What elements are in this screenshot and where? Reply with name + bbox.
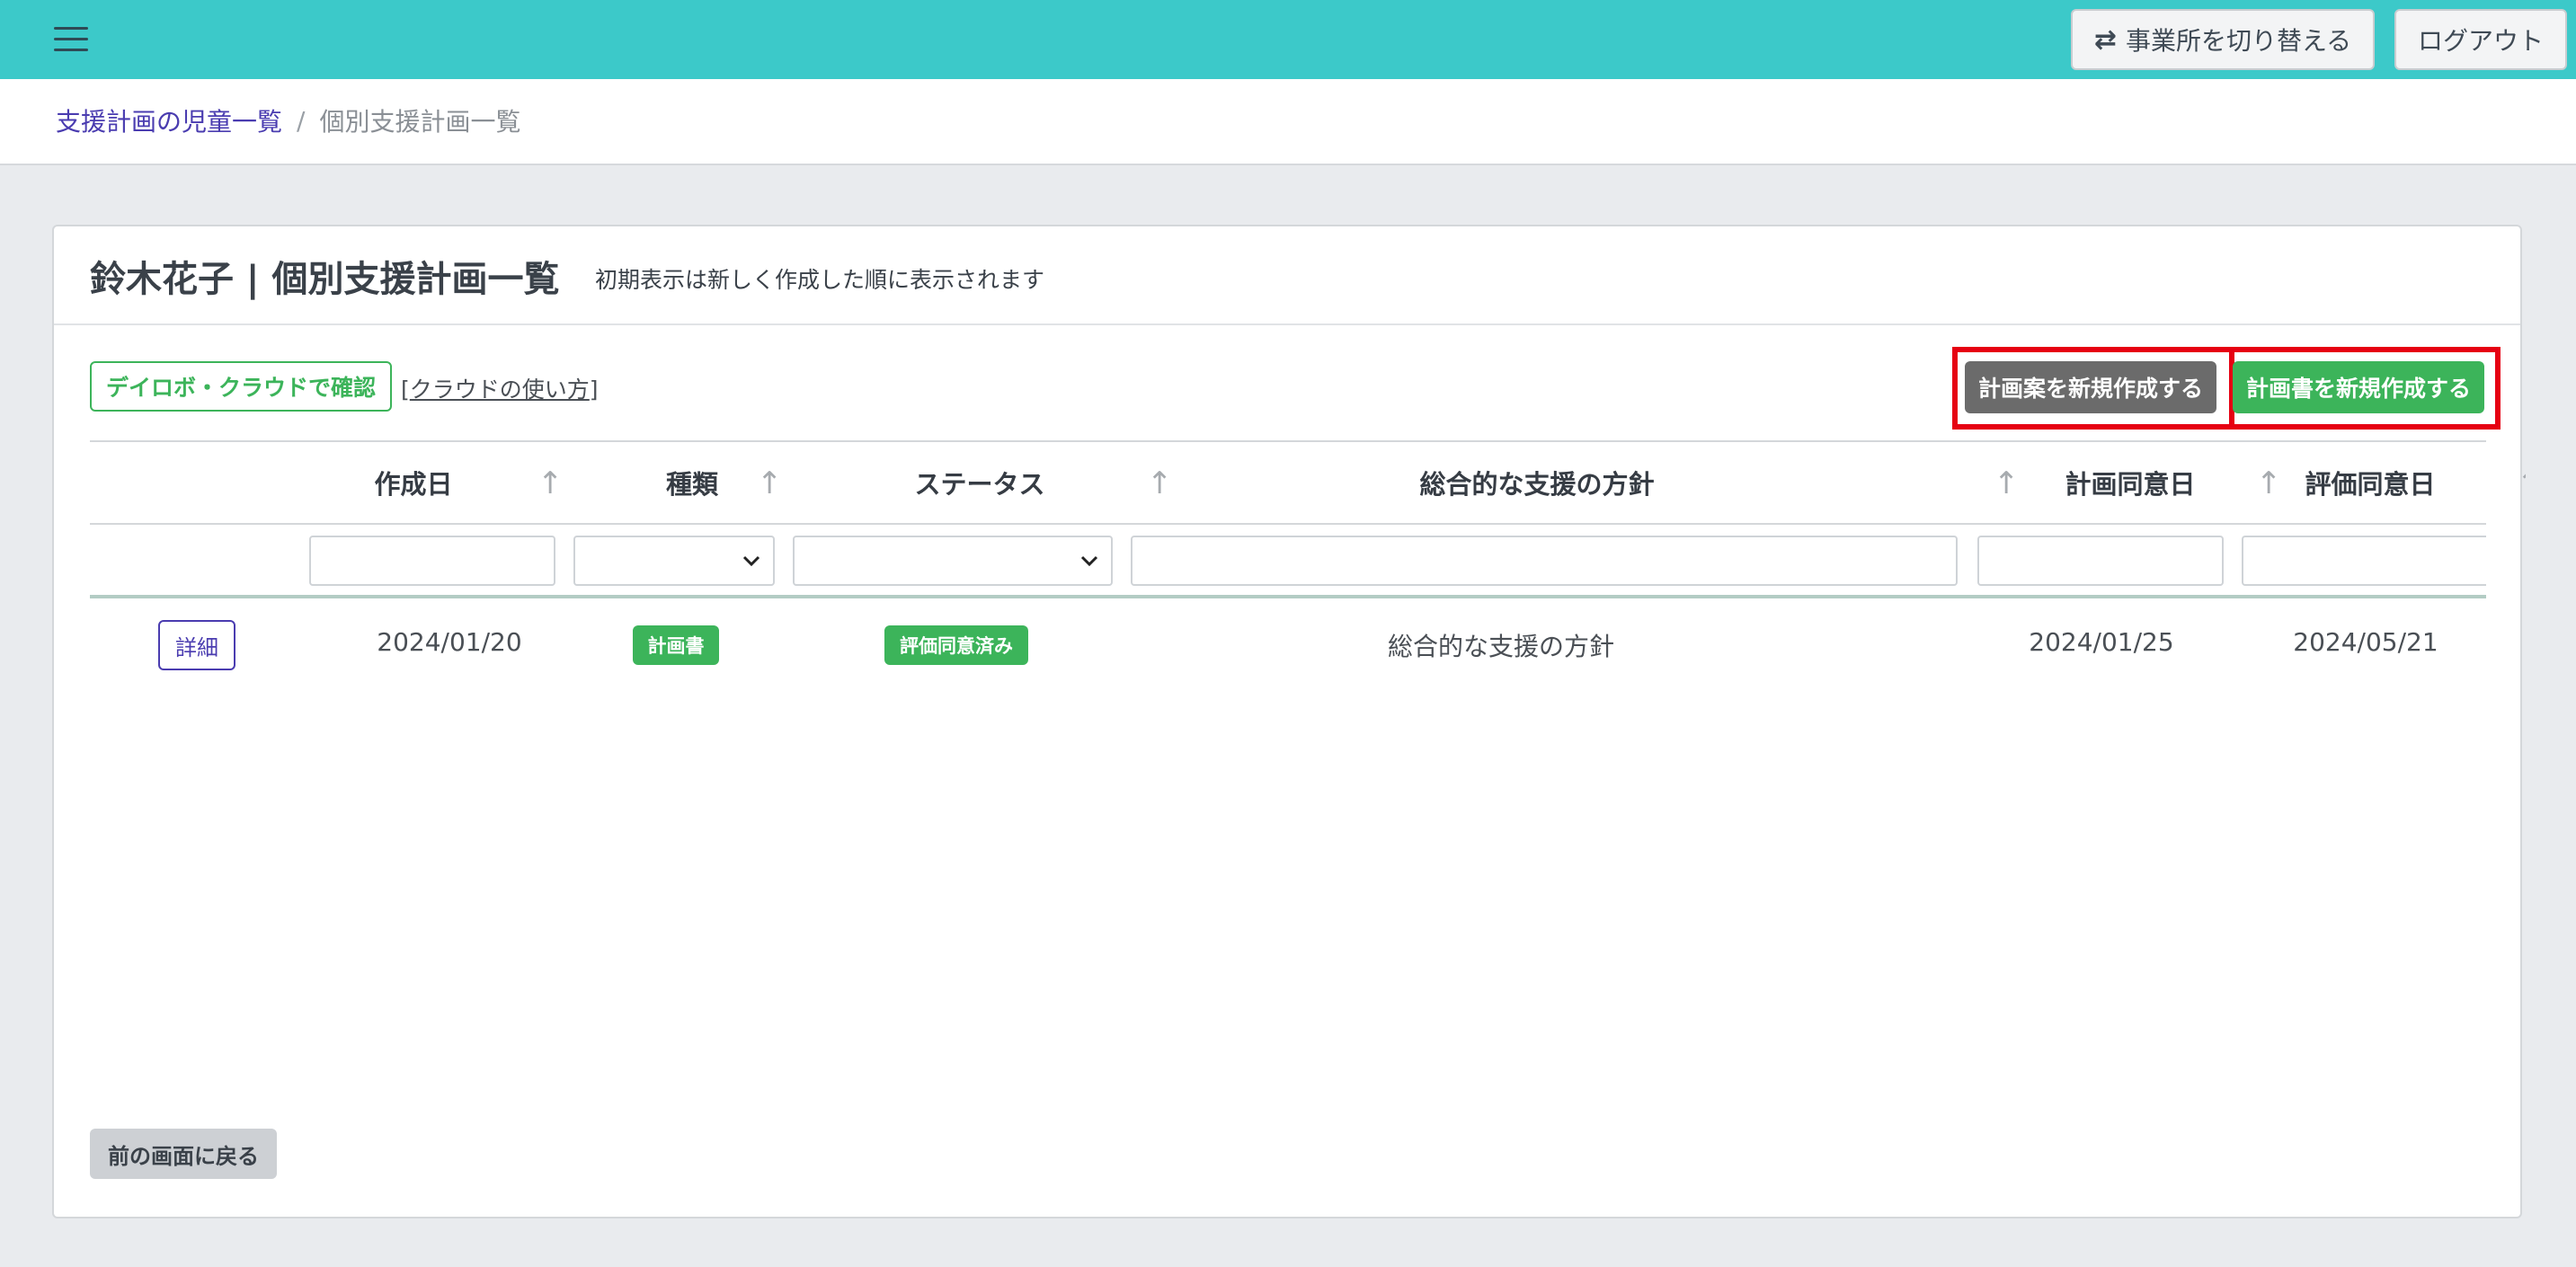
column-header-eval-agreed[interactable]: 評価同意日 xyxy=(2294,442,2447,523)
chevron-down-icon xyxy=(742,555,760,567)
column-header-type[interactable]: 種類 xyxy=(647,442,737,523)
check-cloud-button[interactable]: デイロボ・クラウドで確認 xyxy=(90,361,393,412)
sort-arrow-icon[interactable]: ↑ xyxy=(2256,465,2282,501)
cloud-help-link[interactable]: クラウドの使い方 xyxy=(410,377,590,403)
sort-arrow-icon[interactable]: ↑ xyxy=(757,465,783,501)
filter-eval-agreed-input[interactable] xyxy=(2242,536,2486,586)
cell-plan-agreed: 2024/01/25 xyxy=(2029,627,2174,657)
filter-row xyxy=(90,525,2486,598)
type-badge: 計画書 xyxy=(633,625,719,665)
bracket-close: ] xyxy=(589,377,599,403)
column-header-policy[interactable]: 総合的な支援の方針 xyxy=(1384,442,1690,523)
page-title: 鈴木花子 | 個別支援計画一覧 xyxy=(90,259,560,300)
card-header: 鈴木花子 | 個別支援計画一覧 初期表示は新しく作成した順に表示されます xyxy=(54,226,2520,325)
page-subtitle: 初期表示は新しく作成した順に表示されます xyxy=(595,267,1045,293)
sort-arrow-icon[interactable]: ↑ xyxy=(1994,465,2020,501)
filter-type-select[interactable] xyxy=(573,536,775,586)
breadcrumb-separator: / xyxy=(297,105,306,136)
logout-button[interactable]: ログアウト xyxy=(2394,9,2567,70)
bracket-open: [ xyxy=(401,377,410,403)
back-button[interactable]: 前の画面に戻る xyxy=(90,1129,277,1179)
switch-office-label: 事業所を切り替える xyxy=(2125,26,2352,56)
status-badge: 評価同意済み xyxy=(884,625,1028,665)
sort-arrow-icon[interactable]: ↑ xyxy=(537,465,564,501)
column-header-status[interactable]: ステータス xyxy=(881,442,1079,523)
detail-button[interactable]: 詳細 xyxy=(158,620,235,670)
switch-office-button[interactable]: ⇄ 事業所を切り替える xyxy=(2071,9,2375,70)
swap-icon: ⇄ xyxy=(2093,23,2117,56)
breadcrumb-current: 個別支援計画一覧 xyxy=(319,107,521,137)
filter-status-select[interactable] xyxy=(793,536,1113,586)
chevron-down-icon xyxy=(1080,555,1098,567)
filter-created-input[interactable] xyxy=(309,536,555,586)
breadcrumb-bar: 支援計画の児童一覧 / 個別支援計画一覧 xyxy=(0,79,2576,165)
filter-plan-agreed-input[interactable] xyxy=(1977,536,2224,586)
breadcrumb: 支援計画の児童一覧 / 個別支援計画一覧 xyxy=(56,102,520,138)
sort-arrow-icon[interactable]: ↑ xyxy=(2517,465,2526,501)
plan-list-card: 鈴木花子 | 個別支援計画一覧 初期表示は新しく作成した順に表示されます デイロ… xyxy=(52,225,2526,1218)
new-draft-button[interactable]: 計画案を新規作成する xyxy=(1965,361,2216,413)
breadcrumb-link-children-list[interactable]: 支援計画の児童一覧 xyxy=(56,102,282,138)
top-navbar: ⇄ 事業所を切り替える ログアウト xyxy=(0,0,2576,79)
cell-policy: 総合的な支援の方針 xyxy=(1387,632,1614,661)
cloud-help: [クラウドの使い方] xyxy=(401,372,599,404)
column-header-created[interactable]: 作成日 xyxy=(351,442,476,523)
table-header: 作成日 ↑ 種類 ↑ ステータス ↑ 総合的な支援の方針 ↑ 計画同意日 ↑ 評… xyxy=(90,440,2526,525)
column-header-plan-agreed[interactable]: 計画同意日 xyxy=(2031,442,2229,523)
cell-created: 2024/01/20 xyxy=(377,627,522,657)
filter-policy-input[interactable] xyxy=(1131,536,1958,586)
sort-arrow-icon[interactable]: ↑ xyxy=(1147,465,1173,501)
cell-eval-agreed: 2024/05/21 xyxy=(2293,627,2438,657)
new-plan-button[interactable]: 計画書を新規作成する xyxy=(2233,361,2484,413)
hamburger-menu-icon[interactable] xyxy=(54,25,88,52)
